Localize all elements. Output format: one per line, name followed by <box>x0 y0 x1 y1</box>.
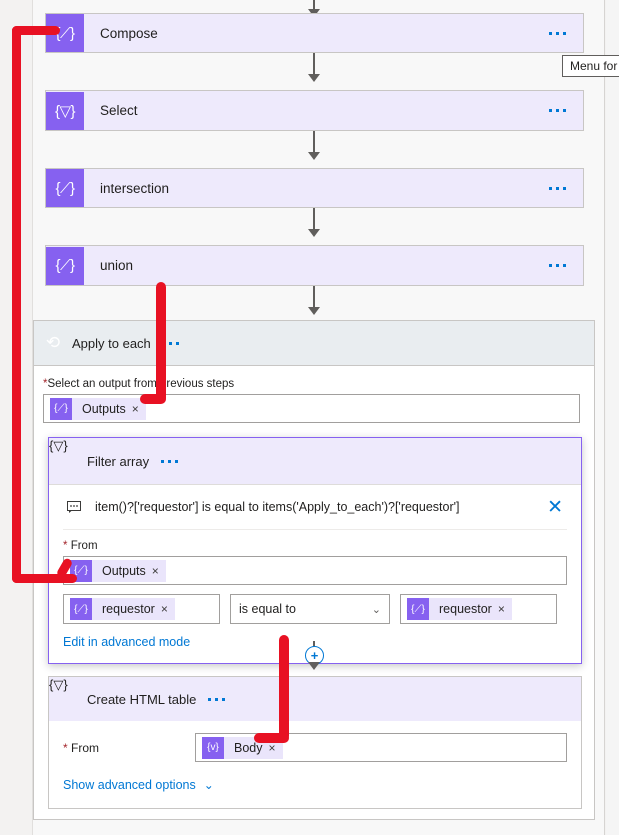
flow-step-title: Select <box>100 103 138 118</box>
annotation-stroke <box>254 733 289 743</box>
required-mark: * <box>63 740 68 755</box>
flow-step-title: Compose <box>100 25 158 41</box>
token-remove-button[interactable]: × <box>498 602 512 616</box>
chevron-down-icon: ⌄ <box>371 603 381 616</box>
annotation-stroke <box>279 635 289 741</box>
flow-step-intersection[interactable]: {⟋} intersection <box>45 168 584 208</box>
annotation-stroke <box>140 394 166 404</box>
token-label: Outputs <box>82 401 126 416</box>
expression-summary-row: item()?['requestor'] is equal to items('… <box>63 485 567 530</box>
flow-step-select[interactable]: {▽} Select <box>45 90 584 131</box>
token-remove-button[interactable]: × <box>152 564 166 578</box>
filter-array-title: Filter array <box>87 453 150 469</box>
arrowhead-htmltable <box>308 662 320 670</box>
condition-left-input[interactable]: {⟋} requestor × <box>63 594 220 624</box>
close-icon[interactable]: ✕ <box>547 496 567 519</box>
create-html-table-header[interactable]: {▽} Create HTML table <box>49 677 581 721</box>
html-table-from-input[interactable]: {v} Body × <box>195 733 567 762</box>
arrowhead-applytoeach <box>308 307 320 315</box>
apply-to-each-output-input[interactable]: {⟋} Outputs × <box>43 394 580 423</box>
menu-tooltip: Menu for <box>562 55 619 77</box>
condition-right-input[interactable]: {⟋} requestor × <box>400 594 557 624</box>
show-advanced-options-link[interactable]: Show advanced options <box>63 778 196 792</box>
loop-icon: ⟲ <box>45 333 61 352</box>
step-menu-button-compose[interactable] <box>537 31 583 35</box>
annotation-stroke <box>156 282 166 403</box>
right-gutter <box>606 0 619 835</box>
token-outputs[interactable]: {⟋} Outputs × <box>50 397 146 420</box>
step-menu-button-create-html-table[interactable] <box>196 697 242 701</box>
create-html-table-title: Create HTML table <box>87 691 197 707</box>
apply-to-each-title: Apply to each <box>72 335 151 351</box>
html-table-from-label: * From <box>63 740 100 755</box>
table-icon: {▽} <box>49 677 68 692</box>
step-menu-button-intersection[interactable] <box>537 186 583 190</box>
chevron-down-icon[interactable]: ⌄ <box>204 778 214 792</box>
select-icon: {▽} <box>46 91 84 130</box>
token-icon: {⟋} <box>407 598 429 620</box>
filter-icon: {▽} <box>49 438 68 453</box>
compose-icon: {⟋} <box>46 169 84 207</box>
apply-to-each-header[interactable]: ⟲ Apply to each <box>33 320 595 366</box>
token-label: requestor <box>102 602 155 616</box>
token-label: Outputs <box>102 563 146 578</box>
flow-step-title: union <box>100 258 134 273</box>
arrowhead-intersection <box>308 152 320 160</box>
token-outputs[interactable]: {⟋} Outputs × <box>70 559 166 582</box>
annotation-stroke <box>12 26 21 583</box>
step-menu-button-filter-array[interactable] <box>149 459 195 463</box>
token-requestor-right[interactable]: {⟋} requestor × <box>407 598 512 620</box>
condition-row: {⟋} requestor × is equal to ⌄ {⟋} reques… <box>63 594 567 624</box>
compose-icon: {⟋} <box>46 246 84 285</box>
condition-operator-select[interactable]: is equal to ⌄ <box>230 594 390 624</box>
token-label: requestor <box>439 602 492 616</box>
token-icon: {⟋} <box>70 598 92 620</box>
filter-array-header[interactable]: {▽} Filter array <box>49 438 581 485</box>
flow-step-title: intersection <box>100 180 170 196</box>
token-remove-button[interactable]: × <box>161 602 175 616</box>
create-html-table-card[interactable]: {▽} Create HTML table * From {v} Body × … <box>48 676 582 809</box>
output-field-label: *Select an output from previous steps <box>43 378 235 390</box>
arrowhead-union <box>308 229 320 237</box>
flow-step-compose[interactable]: {⟋} Compose <box>45 13 584 53</box>
filter-array-body: item()?['requestor'] is equal to items('… <box>49 485 581 663</box>
token-icon: {v} <box>202 736 224 759</box>
comment-icon <box>63 501 85 513</box>
token-icon: {⟋} <box>50 397 72 420</box>
operator-value: is equal to <box>239 602 296 616</box>
step-menu-button-union[interactable] <box>537 264 583 267</box>
html-table-from-row: * From {v} Body × <box>63 733 567 762</box>
filter-array-card[interactable]: {▽} Filter array item()?['requestor'] is… <box>48 437 582 664</box>
token-requestor-left[interactable]: {⟋} requestor × <box>70 598 175 620</box>
create-html-table-body: * From {v} Body × Show advanced options … <box>49 721 581 808</box>
flow-step-union[interactable]: {⟋} union <box>45 245 584 286</box>
filter-from-label: * From <box>63 540 98 552</box>
required-mark: * <box>63 540 68 552</box>
step-menu-button-select[interactable] <box>537 109 583 112</box>
annotation-stroke <box>12 574 77 583</box>
expression-text: item()?['requestor'] is equal to items('… <box>95 500 460 514</box>
filter-from-input[interactable]: {⟋} Outputs × <box>63 556 567 585</box>
arrowhead-select <box>308 74 320 82</box>
